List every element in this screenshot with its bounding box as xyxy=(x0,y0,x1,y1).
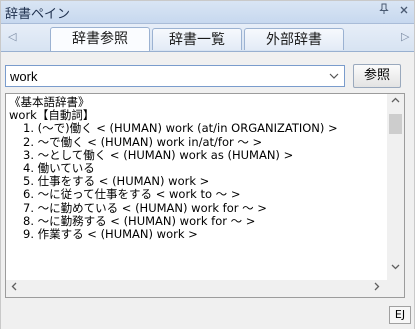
scroll-down-icon[interactable] xyxy=(387,260,404,277)
pin-icon[interactable] xyxy=(377,3,391,19)
vertical-scroll-thumb[interactable] xyxy=(389,114,402,134)
dictionary-pane: 辞書ペイン ◁ 辞書参照 辞書一覧 外部辞書 ▷ 参照 《基本語辞書》 work… xyxy=(0,0,415,329)
scroll-up-icon[interactable] xyxy=(387,94,404,111)
vertical-scrollbar[interactable] xyxy=(387,94,404,280)
sense-item: 9. 作業する < (HUMAN) work > xyxy=(23,227,198,242)
search-combobox[interactable] xyxy=(5,65,345,87)
pane-title: 辞書ペイン xyxy=(5,7,71,22)
close-icon[interactable] xyxy=(397,3,411,19)
lookup-button[interactable]: 参照 xyxy=(353,64,401,88)
horizontal-scrollbar[interactable] xyxy=(6,280,387,297)
tab-scroll-right-icon[interactable]: ▷ xyxy=(401,30,409,43)
pane-title-bar[interactable]: 辞書ペイン xyxy=(1,1,414,24)
tab-dictionary-lookup[interactable]: 辞書参照 xyxy=(50,27,150,51)
search-input[interactable] xyxy=(6,66,322,86)
result-text: 《基本語辞書》 work【自動詞】 1. (〜で)働く < (HUMAN) wo… xyxy=(9,95,384,242)
translation-direction-badge[interactable]: EJ xyxy=(389,306,411,324)
scrollbar-corner xyxy=(387,280,404,297)
chevron-down-icon[interactable] xyxy=(326,68,342,84)
sense-item: 7. 〜に勤めている < (HUMAN) work for 〜 > xyxy=(23,200,267,215)
result-pane[interactable]: 《基本語辞書》 work【自動詞】 1. (〜で)働く < (HUMAN) wo… xyxy=(5,93,405,298)
tab-external-dictionary[interactable]: 外部辞書 xyxy=(244,28,344,50)
scroll-left-icon[interactable] xyxy=(6,280,23,297)
tab-scroll-left-icon[interactable]: ◁ xyxy=(8,30,16,43)
sense-item: 6. 〜に従って仕事をする < work to 〜 > xyxy=(23,187,241,202)
tab-strip: ◁ 辞書参照 辞書一覧 外部辞書 ▷ xyxy=(1,24,414,52)
sense-item: 1. (〜で)働く < (HUMAN) work (at/in ORGANIZA… xyxy=(23,121,338,136)
sense-item: 2. 〜で働く < (HUMAN) work in/at/for 〜 > xyxy=(23,134,263,149)
scroll-right-icon[interactable] xyxy=(368,280,385,297)
status-bar: EJ xyxy=(1,303,414,329)
tab-dictionary-list[interactable]: 辞書一覧 xyxy=(152,28,242,50)
